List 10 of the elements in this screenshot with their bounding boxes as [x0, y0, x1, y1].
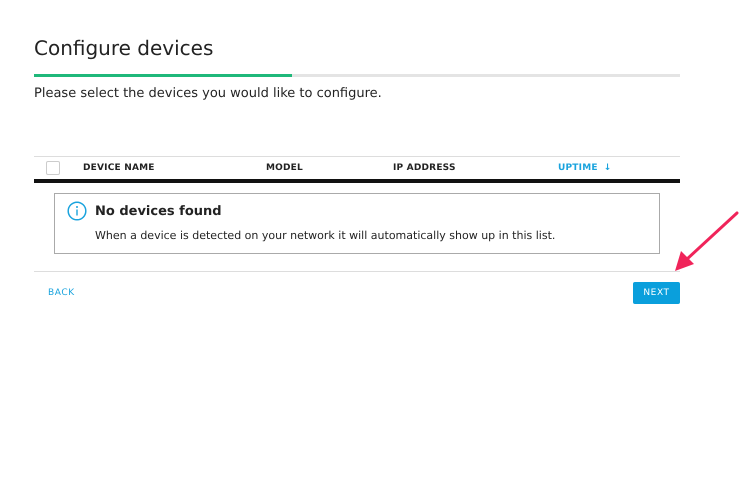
- notice-text: When a device is detected on your network it will automatically show up in this list.: [95, 229, 556, 242]
- column-header[interactable]: MODEL: [266, 163, 393, 173]
- select-all-checkbox[interactable]: [46, 161, 60, 175]
- annotation-arrow-icon: [675, 212, 738, 271]
- notice-title: No devices found: [95, 204, 223, 218]
- instruction-text: Please select the devices you would like to configure.: [34, 86, 383, 101]
- column-header[interactable]: DEVICE NAME: [83, 163, 266, 173]
- page-title: Configure devices: [34, 36, 214, 62]
- info-icon: [67, 201, 87, 221]
- column-header[interactable]: IP ADDRESS: [393, 163, 558, 173]
